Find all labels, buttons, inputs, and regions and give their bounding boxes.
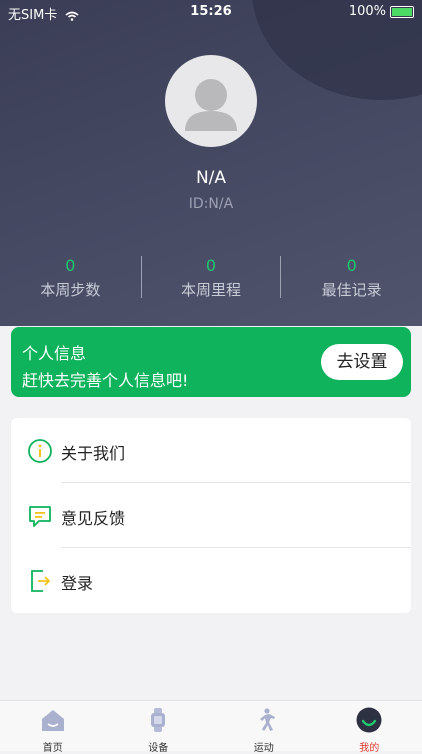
- go-settings-button[interactable]: 去设置: [321, 344, 403, 380]
- battery-percent: 100%: [349, 4, 386, 19]
- stat-best-record: 0 最佳记录: [281, 256, 422, 300]
- settings-menu: 关于我们 意见反馈 登录: [11, 418, 411, 613]
- tab-label: 运动: [211, 739, 317, 754]
- tab-mine[interactable]: 我的: [317, 701, 422, 751]
- stat-label: 本周步数: [0, 279, 141, 300]
- stat-label: 本周里程: [141, 279, 282, 300]
- menu-item-label: 关于我们: [61, 440, 125, 464]
- user-name: N/A: [0, 168, 422, 188]
- home-icon: [40, 707, 66, 733]
- battery-icon: [390, 6, 414, 18]
- user-id: ID:N/A: [0, 196, 422, 212]
- stat-label: 最佳记录: [281, 279, 422, 300]
- menu-item-login[interactable]: 登录: [11, 548, 411, 613]
- banner-title: 个人信息: [22, 340, 86, 364]
- default-user-icon: [165, 55, 257, 147]
- menu-item-feedback[interactable]: 意见反馈: [11, 483, 411, 548]
- login-icon: [27, 568, 53, 594]
- menu-item-about-us[interactable]: 关于我们: [11, 418, 411, 483]
- profile-info-banner: 个人信息 赶快去完善个人信息吧! 去设置: [11, 327, 411, 397]
- tab-label: 首页: [0, 739, 106, 754]
- stat-value: 0: [281, 256, 422, 275]
- stat-weekly-steps: 0 本周步数: [0, 256, 141, 300]
- avatar[interactable]: [165, 55, 257, 147]
- watch-icon: [145, 707, 171, 733]
- stat-value: 0: [0, 256, 141, 275]
- tab-home[interactable]: 首页: [0, 701, 106, 751]
- stat-value: 0: [141, 256, 282, 275]
- tab-label: 我的: [317, 739, 422, 754]
- menu-item-label: 登录: [61, 570, 93, 594]
- running-icon: [251, 707, 277, 733]
- tab-sport[interactable]: 运动: [211, 701, 317, 751]
- profile-header: 无SIM卡 15:26 100% N/A ID:N/A 0 本周步数 0 本周里…: [0, 0, 422, 326]
- bottom-tab-bar: 首页 设备 运动 我的: [0, 700, 422, 751]
- banner-subtitle: 赶快去完善个人信息吧!: [22, 367, 188, 391]
- menu-item-label: 意见反馈: [61, 505, 125, 529]
- stat-divider: [141, 256, 142, 298]
- tab-device[interactable]: 设备: [106, 701, 212, 751]
- status-bar: 无SIM卡 15:26 100%: [0, 0, 422, 24]
- feedback-chat-icon: [27, 503, 53, 529]
- weekly-stats: 0 本周步数 0 本周里程 0 最佳记录: [0, 256, 422, 300]
- profile-icon: [356, 707, 382, 733]
- status-right: 100%: [349, 4, 414, 19]
- info-circle-icon: [27, 438, 53, 464]
- tab-label: 设备: [106, 739, 212, 754]
- stat-weekly-distance: 0 本周里程: [141, 256, 282, 300]
